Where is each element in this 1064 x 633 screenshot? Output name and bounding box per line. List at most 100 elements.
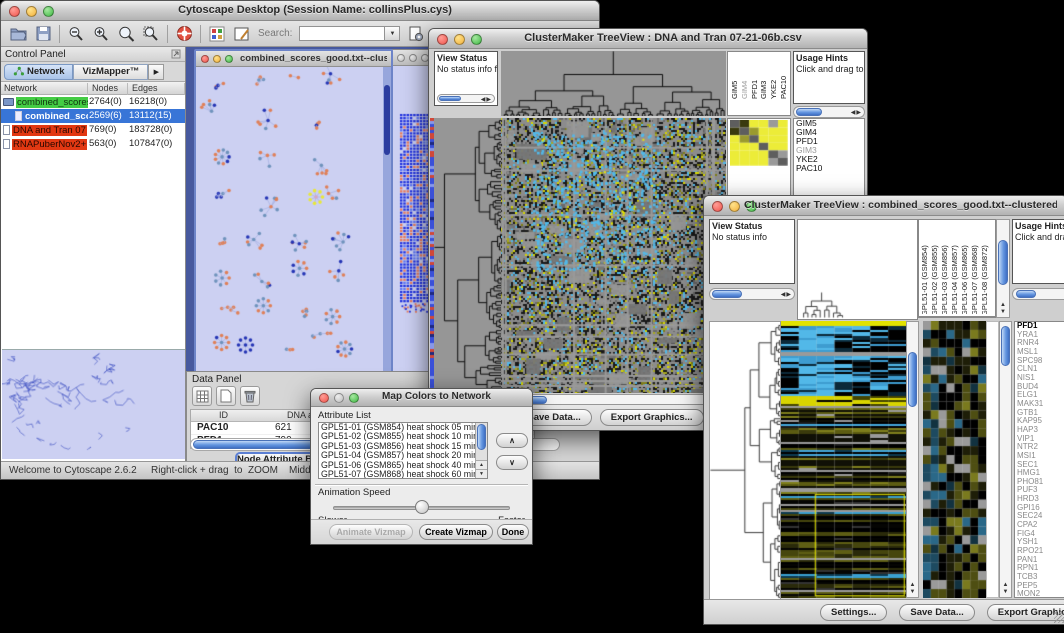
save-icon[interactable] xyxy=(34,25,52,43)
create-vizmap-button[interactable]: Create Vizmap xyxy=(419,524,493,540)
minimize-icon[interactable] xyxy=(409,54,417,62)
tabs-overflow-button[interactable]: ▶ xyxy=(148,64,164,80)
tab-network[interactable]: Network xyxy=(4,64,73,80)
close-icon[interactable] xyxy=(397,54,405,62)
dialog-titlebar[interactable]: Map Colors to Network xyxy=(311,389,532,407)
column-label[interactable]: PFD1 xyxy=(750,53,760,99)
gene-label[interactable]: MON2 xyxy=(1015,590,1064,598)
animate-vizmap-button[interactable]: Animate Vizmap xyxy=(329,524,413,540)
close-icon[interactable] xyxy=(437,34,448,45)
new-attribute-icon[interactable] xyxy=(216,386,236,406)
minimize-icon[interactable] xyxy=(454,34,465,45)
vizmapper-icon[interactable] xyxy=(208,25,226,43)
minimize-icon[interactable] xyxy=(26,6,37,17)
scroll-thumb[interactable] xyxy=(1016,290,1036,298)
minimize-icon[interactable] xyxy=(334,393,344,403)
move-down-button[interactable]: ∨ xyxy=(496,455,528,470)
usage-hints-hscrollbar[interactable]: ◀▶ xyxy=(793,106,865,118)
scroll-arrows-icon[interactable]: ▲▼ xyxy=(907,582,918,596)
move-up-button[interactable]: ∧ xyxy=(496,433,528,448)
column-dendrogram[interactable] xyxy=(797,219,918,320)
scroll-down-icon[interactable]: ▼ xyxy=(476,469,487,478)
array-label[interactable]: GPL51-01 (GSM854) xyxy=(920,221,930,314)
scroll-arrows-icon[interactable]: ▲▼ xyxy=(997,302,1009,316)
global-heatmap[interactable] xyxy=(501,118,726,393)
network-vscrollbar[interactable] xyxy=(383,67,391,371)
scroll-arrows-icon[interactable]: ◀▶ xyxy=(781,291,792,298)
column-label[interactable]: GIM3 xyxy=(759,53,769,99)
help-lifering-icon[interactable] xyxy=(175,25,193,43)
attribute-item[interactable]: GPL51-07 (GSM868) heat shock 60 min xyxy=(319,470,487,479)
array-label[interactable]: GPL51-07 (GSM868) xyxy=(970,221,980,314)
attribute-select-icon[interactable] xyxy=(192,386,212,406)
treeview1-titlebar[interactable]: ClusterMaker TreeView : DNA and Tran 07-… xyxy=(429,29,867,49)
scroll-thumb[interactable] xyxy=(1001,326,1010,366)
treeview2-titlebar[interactable]: ClusterMaker TreeView : combined_scores_… xyxy=(704,196,1064,216)
treeview-button[interactable]: Export Graphics... xyxy=(987,604,1064,621)
zoom-in-icon[interactable] xyxy=(92,25,110,43)
doc-settings-icon[interactable] xyxy=(407,25,425,43)
zoom-window-icon[interactable] xyxy=(225,55,233,63)
column-label[interactable]: PAC10 xyxy=(779,53,789,99)
scroll-thumb[interactable] xyxy=(908,352,917,407)
column-dendrogram[interactable] xyxy=(501,51,726,116)
treeview-button[interactable]: Save Data... xyxy=(899,604,974,621)
scroll-up-icon[interactable]: ▲ xyxy=(476,460,487,469)
array-header-vscrollbar[interactable]: ▲▼ xyxy=(996,219,1010,318)
scroll-arrows-icon[interactable]: ◀▶ xyxy=(851,109,862,116)
col-nodes[interactable]: Nodes xyxy=(89,83,128,95)
network-frame-1-titlebar[interactable]: combined_scores_good.txt--cluste... xyxy=(196,51,391,67)
col-network[interactable]: Network xyxy=(1,83,88,95)
network-row[interactable]: combined_scores 2764(0) 16218(0) xyxy=(1,95,185,109)
network-canvas[interactable] xyxy=(196,67,383,371)
cytoscape-titlebar[interactable]: Cytoscape Desktop (Session Name: collins… xyxy=(1,1,599,21)
annotation-icon[interactable] xyxy=(233,25,251,43)
heatmap-vscrollbar[interactable]: ▲▼ xyxy=(906,321,919,598)
done-button[interactable]: Done xyxy=(497,524,529,540)
network-row[interactable]: DNA and Tran 07 769(0) 183728(0) xyxy=(1,123,185,137)
search-dropdown-icon[interactable]: ▼ xyxy=(385,26,400,41)
close-icon[interactable] xyxy=(201,55,209,63)
array-label[interactable]: GPL51-06 (GSM865) xyxy=(960,221,970,314)
tab-vizmapper[interactable]: VizMapper™ xyxy=(73,64,148,80)
column-label[interactable]: YKE2 xyxy=(769,53,779,99)
resize-grip[interactable] xyxy=(1054,611,1064,623)
minimize-icon[interactable] xyxy=(729,201,740,212)
scroll-thumb[interactable] xyxy=(477,424,486,450)
birdseye-view[interactable] xyxy=(2,349,185,459)
network-row[interactable]: RNAPuberNov2+ 563(0) 107847(0) xyxy=(1,137,185,151)
array-label[interactable]: GPL51-08 (GSM872) xyxy=(980,221,990,314)
zoom-vscrollbar[interactable]: ▲▼ xyxy=(999,321,1012,598)
close-icon[interactable] xyxy=(9,6,20,17)
scroll-thumb[interactable] xyxy=(384,85,390,155)
zoom-fit-icon[interactable] xyxy=(142,25,160,43)
array-label[interactable]: GPL51-03 (GSM856) xyxy=(940,221,950,314)
scroll-thumb[interactable] xyxy=(712,290,742,298)
network-row[interactable]: combined_sco 2569(6) 13112(15) xyxy=(1,109,185,123)
row-dendrogram[interactable] xyxy=(709,321,781,600)
search-input[interactable] xyxy=(299,26,385,41)
zoom-heatmap[interactable] xyxy=(923,321,986,598)
row-label[interactable]: PAC10 xyxy=(794,164,864,173)
scroll-arrows-icon[interactable]: ◀▶ xyxy=(481,96,492,103)
close-icon[interactable] xyxy=(319,393,329,403)
scroll-thumb[interactable] xyxy=(796,108,822,116)
slider-thumb[interactable] xyxy=(415,500,429,514)
array-label[interactable]: GPL51-04 (GSM857) xyxy=(950,221,960,314)
array-label[interactable]: GPL51-02 (GSM855) xyxy=(930,221,940,314)
scroll-thumb[interactable] xyxy=(439,96,461,101)
treeview-button[interactable]: Export Graphics... xyxy=(600,409,704,426)
scroll-thumb[interactable] xyxy=(998,240,1008,285)
col-id[interactable]: ID xyxy=(219,410,228,420)
treeview-button[interactable]: Settings... xyxy=(820,604,887,621)
zoom-out-icon[interactable] xyxy=(67,25,85,43)
scroll-arrows-icon[interactable]: ▲▼ xyxy=(1000,582,1011,596)
delete-attribute-icon[interactable] xyxy=(240,386,260,406)
minimize-icon[interactable] xyxy=(213,55,221,63)
column-label[interactable]: GIM4 xyxy=(740,53,750,99)
zoom-selected-icon[interactable] xyxy=(117,25,135,43)
close-icon[interactable] xyxy=(712,201,723,212)
attribute-list-vscrollbar[interactable]: ▲ ▼ xyxy=(475,423,487,478)
column-label[interactable]: GIM5 xyxy=(730,53,740,99)
network-frame-1[interactable]: combined_scores_good.txt--cluste... xyxy=(194,49,393,373)
